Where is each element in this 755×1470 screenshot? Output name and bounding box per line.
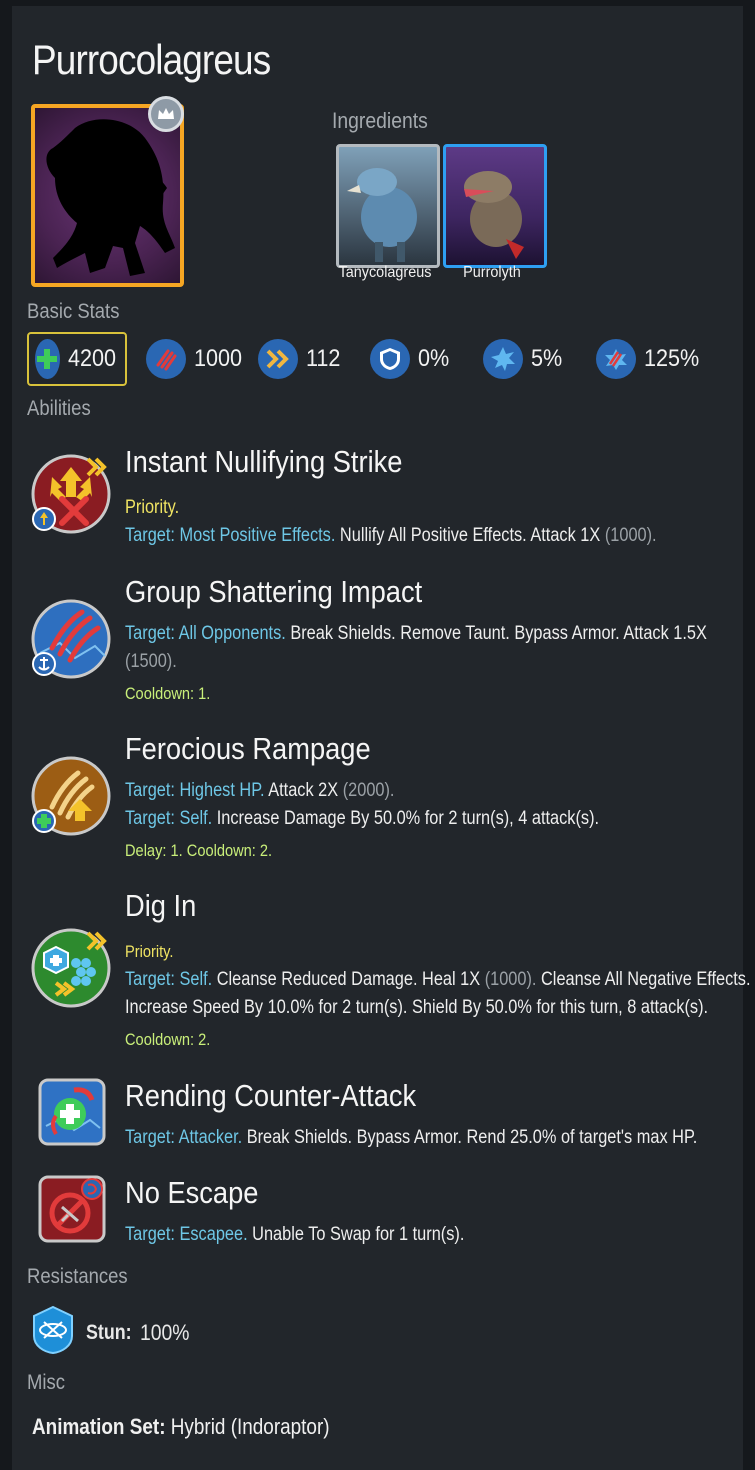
health-icon xyxy=(35,339,60,379)
legendary-crown-icon xyxy=(148,96,184,132)
stat-crit-multiplier[interactable]: 125% xyxy=(596,332,705,386)
ability-no-escape[interactable]: No Escape Target: Escapee. Unable To Swa… xyxy=(30,1171,730,1251)
shattering-impact-icon xyxy=(30,598,112,680)
ability-effect-2: Increase Damage By 50.0% for 2 turn(s), … xyxy=(216,808,600,829)
ingredient-name-2: Purrolyth xyxy=(463,264,521,281)
ability-ferocious-rampage[interactable]: Ferocious Rampage Target: Highest HP. At… xyxy=(30,727,730,867)
dinosaur-portrait-icon xyxy=(464,171,524,259)
dinosaur-portrait-icon xyxy=(347,168,417,262)
ingredient-card-purrolyth[interactable] xyxy=(443,144,547,268)
stat-armor-value: 0% xyxy=(418,345,450,372)
stat-health-value: 4200 xyxy=(67,345,116,372)
ability-name: Dig In xyxy=(125,888,197,923)
ability-effect: Break Shields. Bypass Armor. Rend 25.0% … xyxy=(246,1127,698,1148)
ability-group-shattering-impact[interactable]: Group Shattering Impact Target: All Oppo… xyxy=(30,570,730,710)
crit-multiplier-icon xyxy=(596,339,636,379)
ability-effect: Nullify All Positive Effects. Attack 1X xyxy=(339,525,601,546)
ability-effect: Attack 2X xyxy=(268,780,339,801)
ability-priority: Priority. xyxy=(125,497,180,518)
ingredient-name-1: Tanycolagreus xyxy=(338,264,432,281)
stat-damage[interactable]: 1000 xyxy=(146,332,247,386)
abilities-heading: Abilities xyxy=(27,397,91,420)
ability-name: Group Shattering Impact xyxy=(125,574,423,609)
ability-target: Target: Attacker. xyxy=(125,1127,243,1148)
ability-description: Target: Most Positive Effects. Nullify A… xyxy=(125,522,657,550)
ability-effect: Break Shields. Remove Taunt. Bypass Armo… xyxy=(290,623,707,644)
ability-cooldown: Cooldown: 1. xyxy=(125,684,211,703)
ability-name: Rending Counter-Attack xyxy=(125,1078,417,1113)
ability-damage-value: (1000). xyxy=(604,525,657,546)
stat-crit-chance[interactable]: 5% xyxy=(483,332,566,386)
ability-effect-2: Increase Speed By 10.0% for 2 turn(s). S… xyxy=(125,997,709,1018)
animation-set: Animation Set: Hybrid (Indoraptor) xyxy=(32,1414,330,1440)
stat-speed-value: 112 xyxy=(306,345,341,372)
misc-heading: Misc xyxy=(27,1371,65,1394)
stat-crit-multiplier-value: 125% xyxy=(644,345,700,372)
dig-in-icon xyxy=(30,927,112,1009)
resistance-value: 100% xyxy=(139,1319,190,1345)
ability-description: Target: All Opponents. Break Shields. Re… xyxy=(125,620,707,648)
ability-dig-in[interactable]: Dig In Priority. Target: Self. Cleanse R… xyxy=(30,884,751,1054)
ingredients-heading: Ingredients xyxy=(332,108,428,133)
ability-description: Target: Escapee. Unable To Swap for 1 tu… xyxy=(125,1221,464,1249)
ability-heal-value: (1000). xyxy=(484,969,537,990)
ability-damage-value: (1500). xyxy=(125,651,177,672)
ability-name: No Escape xyxy=(125,1175,259,1210)
ability-name: Ferocious Rampage xyxy=(125,731,371,766)
ability-description-2: Target: Self. Increase Damage By 50.0% f… xyxy=(125,805,599,833)
ability-cooldown: Delay: 1. Cooldown: 2. xyxy=(125,841,273,860)
creature-silhouette-icon xyxy=(46,119,175,276)
ability-target: Target: Escapee. xyxy=(125,1224,248,1245)
ability-description: Target: Attacker. Break Shields. Bypass … xyxy=(125,1124,697,1152)
ability-instant-nullifying-strike[interactable]: Instant Nullifying Strike Priority. Targ… xyxy=(30,440,730,560)
creature-name: Purrocolagreus xyxy=(32,36,271,83)
resistance-label: Stun: xyxy=(86,1320,132,1344)
ability-damage-value: (2000). xyxy=(342,780,395,801)
no-escape-icon xyxy=(38,1175,106,1243)
ability-cooldown: Cooldown: 2. xyxy=(125,1030,211,1049)
stat-damage-value: 1000 xyxy=(194,345,243,372)
ability-target: Target: Self. xyxy=(125,969,213,990)
ability-target: Target: Highest HP. xyxy=(125,780,265,801)
ability-priority: Priority. xyxy=(125,942,174,961)
rampage-icon xyxy=(30,755,112,837)
crit-chance-icon xyxy=(483,339,523,379)
basic-stats-heading: Basic Stats xyxy=(27,300,120,323)
ability-effect: Unable To Swap for 1 turn(s). xyxy=(252,1224,465,1245)
stat-speed[interactable]: 112 xyxy=(258,332,344,386)
ability-target: Target: All Opponents. xyxy=(125,623,286,644)
ability-description: Target: Self. Cleanse Reduced Damage. He… xyxy=(125,966,751,994)
counter-attack-icon xyxy=(38,1078,106,1146)
animation-set-label: Animation Set: xyxy=(32,1414,166,1439)
ability-effect-tail: Cleanse All Negative Effects. xyxy=(541,969,751,990)
resistance-stun[interactable]: Stun: 100% xyxy=(32,1305,196,1359)
ability-target-2: Target: Self. xyxy=(125,808,213,829)
animation-set-value: Hybrid (Indoraptor) xyxy=(170,1414,330,1439)
ability-target: Target: Most Positive Effects. xyxy=(125,525,336,546)
stun-icon xyxy=(32,1305,74,1359)
stat-crit-chance-value: 5% xyxy=(531,345,563,372)
stat-health[interactable]: 4200 xyxy=(27,332,127,386)
ability-rending-counter-attack[interactable]: Rending Counter-Attack Target: Attacker.… xyxy=(30,1074,730,1154)
damage-icon xyxy=(146,339,186,379)
ingredient-card-tanycolagreus[interactable] xyxy=(336,144,440,268)
ability-effect: Cleanse Reduced Damage. Heal 1X xyxy=(216,969,481,990)
armor-icon xyxy=(370,339,410,379)
speed-icon xyxy=(258,339,298,379)
ability-description: Target: Highest HP. Attack 2X (2000). xyxy=(125,777,394,805)
nullify-strike-icon xyxy=(30,453,112,535)
resistances-heading: Resistances xyxy=(27,1265,128,1288)
ability-name: Instant Nullifying Strike xyxy=(125,444,403,479)
stat-armor[interactable]: 0% xyxy=(370,332,453,386)
